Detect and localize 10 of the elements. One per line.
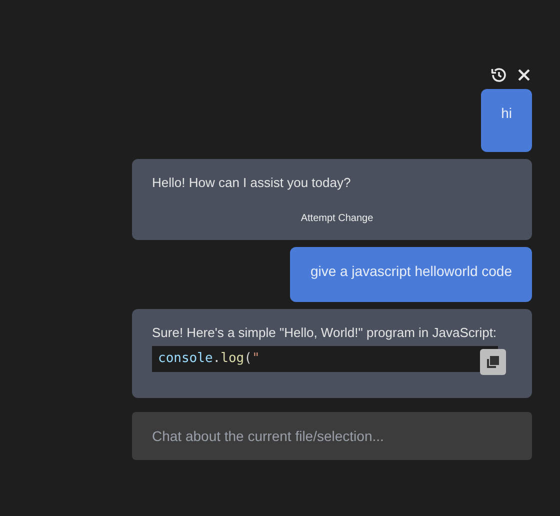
message-text: Hello! How can I assist you today? (152, 174, 351, 192)
history-icon[interactable] (490, 66, 508, 84)
copy-icon (486, 354, 500, 368)
attempt-change-button[interactable]: Attempt Change (300, 210, 374, 226)
chat-input[interactable]: Chat about the current file/selection... (132, 412, 532, 460)
message-text: Sure! Here's a simple "Hello, World!" program in JavaScript: (152, 324, 497, 342)
code-block: console.log(" (152, 346, 498, 372)
user-message: hi (481, 89, 532, 152)
copy-button[interactable] (480, 348, 506, 374)
user-message: give a javascript helloworld code (290, 246, 532, 302)
